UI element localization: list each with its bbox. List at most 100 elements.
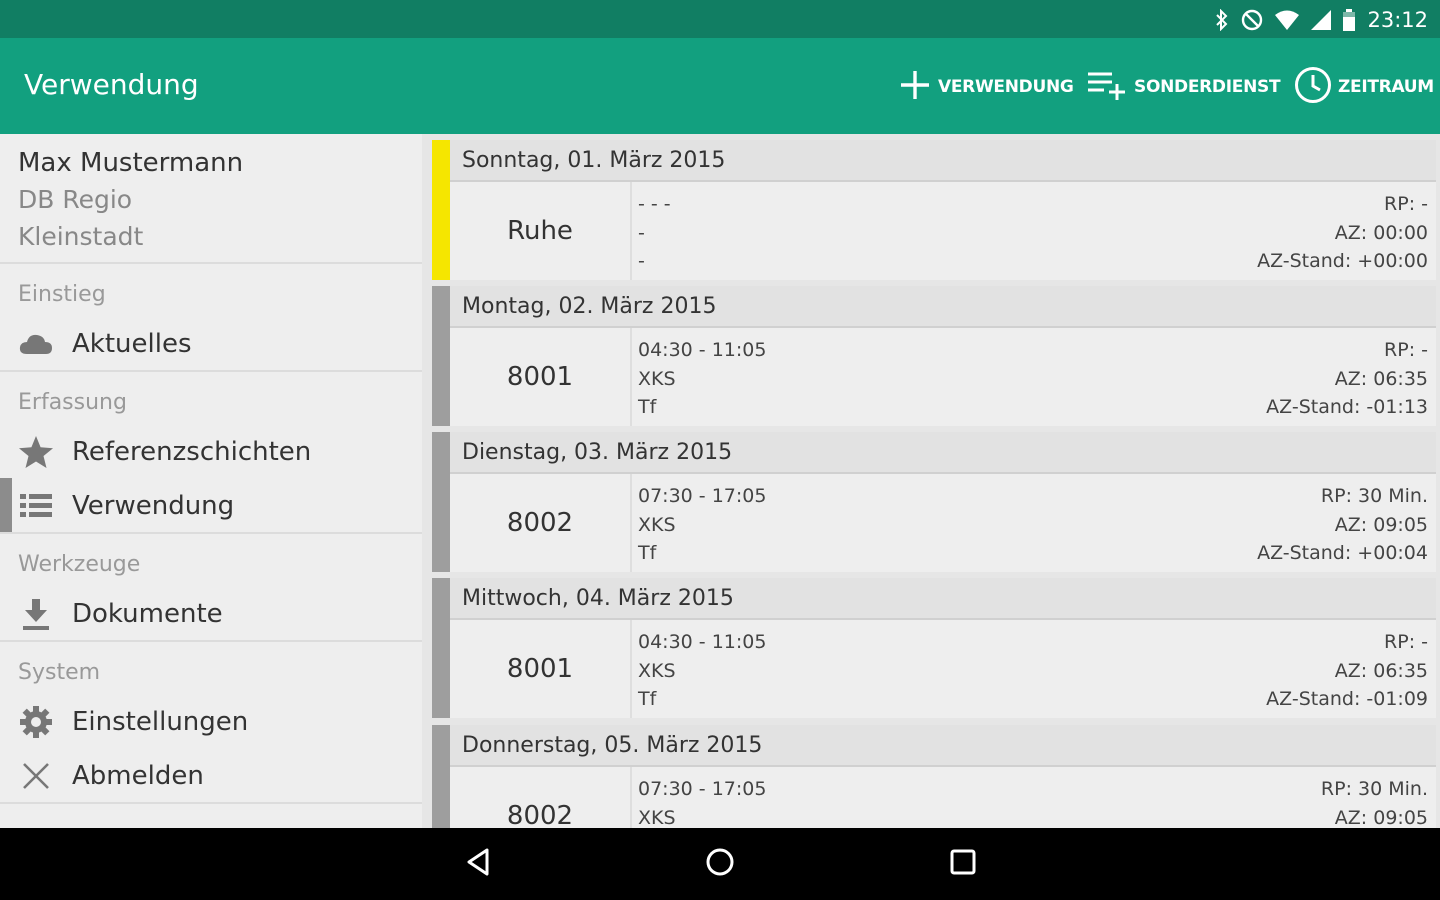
day-date: Montag, 02. März 2015: [450, 286, 1436, 328]
drawer-item-verwendung[interactable]: Verwendung: [0, 478, 422, 534]
duty-list: Sonntag, 01. März 2015 Ruhe - - - - - RP…: [432, 140, 1436, 828]
clock-time: 23:12: [1367, 8, 1428, 32]
day-status-stripe: [432, 140, 450, 280]
drawer-item-dokumente[interactable]: Dokumente: [0, 588, 422, 640]
day-body: 8001 04:30 - 11:05 XKS Tf RP: - AZ: 06:3…: [450, 620, 1436, 718]
duty-location: -: [638, 221, 645, 244]
duty-info: - - - - -: [638, 190, 671, 276]
working-time-balance: AZ-Stand: -01:13: [1266, 396, 1428, 418]
drawer-item-label: Referenzschichten: [72, 437, 312, 467]
drawer-item-abmelden[interactable]: Abmelden: [0, 750, 422, 802]
day-date: Mittwoch, 04. März 2015: [450, 578, 1436, 620]
status-bar: 23:12: [0, 0, 1440, 38]
day-body: 8002 07:30 - 17:05 XKS Tf RP: 30 Min. AZ…: [450, 474, 1436, 572]
day-date: Dienstag, 03. März 2015: [450, 432, 1436, 474]
toolbar-title: Verwendung: [24, 68, 199, 101]
user-profile: Max Mustermann DB Regio Kleinstadt: [0, 134, 422, 264]
playlist-add-icon: [1086, 68, 1128, 107]
drawer-item-label: Dokumente: [72, 599, 223, 629]
drawer-divider: [0, 640, 422, 642]
drawer-item-label: Einstellungen: [72, 707, 249, 737]
day-body: Ruhe - - - - - RP: - AZ: 00:00 AZ-Stand:…: [450, 182, 1436, 280]
day-body: 8001 04:30 - 11:05 XKS Tf RP: - AZ: 06:3…: [450, 328, 1436, 426]
duty-stats: RP: - AZ: 06:35 AZ-Stand: -01:13: [1266, 336, 1428, 422]
zeitraum-button[interactable]: ZEITRAUM: [1294, 66, 1434, 106]
duty-location: XKS: [638, 659, 676, 682]
user-location: Kleinstadt: [18, 222, 144, 251]
plus-icon: [898, 68, 932, 107]
duty-info: 07:30 - 17:05 XKS Tf: [638, 482, 766, 568]
duty-info: 04:30 - 11:05 XKS Tf: [638, 336, 766, 422]
working-time-balance: AZ-Stand: +00:04: [1257, 542, 1428, 564]
working-time: AZ: 00:00: [1334, 221, 1428, 244]
add-verwendung-button[interactable]: VERWENDUNG: [898, 68, 1074, 106]
user-name: Max Mustermann: [18, 148, 244, 178]
section-title-werkzeuge: Werkzeuge: [18, 552, 141, 577]
working-time: AZ: 09:05: [1334, 513, 1428, 536]
duty-stats: RP: - AZ: 06:35 AZ-Stand: -01:09: [1266, 628, 1428, 714]
do-not-disturb-icon: [1241, 9, 1263, 31]
day-card[interactable]: Sonntag, 01. März 2015 Ruhe - - - - - RP…: [432, 140, 1436, 280]
home-button[interactable]: [700, 844, 740, 884]
day-status-stripe: [432, 578, 450, 718]
duty-stats: RP: - AZ: 00:00 AZ-Stand: +00:00: [1257, 190, 1428, 276]
drawer-divider: [0, 532, 422, 534]
cloud-icon: [18, 326, 54, 362]
day-status-stripe: [432, 286, 450, 426]
recents-button[interactable]: [943, 844, 983, 884]
day-date: Donnerstag, 05. März 2015: [450, 725, 1436, 767]
user-organization: DB Regio: [18, 185, 133, 214]
day-card[interactable]: Dienstag, 03. März 2015 8002 07:30 - 17:…: [432, 432, 1436, 572]
rest-period: RP: -: [1384, 631, 1428, 653]
duty-time: 07:30 - 17:05: [638, 778, 767, 800]
duty-time: - - -: [638, 193, 671, 215]
day-card[interactable]: Mittwoch, 04. März 2015 8001 04:30 - 11:…: [432, 578, 1436, 718]
drawer-item-aktuelles[interactable]: Aktuelles: [0, 318, 422, 370]
rest-period: RP: -: [1384, 193, 1428, 215]
duty-role: -: [638, 250, 645, 272]
wifi-icon: [1275, 10, 1300, 30]
section-title-einstieg: Einstieg: [18, 282, 106, 307]
back-button[interactable]: [458, 844, 498, 884]
drawer-divider: [0, 370, 422, 372]
close-icon: [18, 758, 54, 794]
app-toolbar: Verwendung VERWENDUNG SONDERDIENST ZEITR…: [0, 38, 1440, 134]
duty-code: Ruhe: [450, 182, 632, 280]
recents-icon: [949, 848, 977, 881]
system-navigation-bar: [0, 828, 1440, 900]
section-title-system: System: [18, 660, 101, 685]
home-icon: [705, 847, 735, 882]
drawer-item-einstellungen[interactable]: Einstellungen: [0, 696, 422, 748]
drawer-divider: [0, 802, 422, 804]
add-sonderdienst-button[interactable]: SONDERDIENST: [1086, 68, 1281, 107]
day-card[interactable]: Donnerstag, 05. März 2015 8002 07:30 - 1…: [432, 725, 1436, 828]
star-icon: [18, 434, 54, 470]
back-icon: [465, 847, 491, 882]
duty-stats: RP: 30 Min. AZ: 09:05: [1321, 775, 1428, 828]
duty-location: XKS: [638, 806, 676, 829]
day-body: 8002 07:30 - 17:05 XKS RP: 30 Min. AZ: 0…: [450, 767, 1436, 828]
working-time: AZ: 06:35: [1334, 367, 1428, 390]
day-status-stripe: [432, 432, 450, 572]
working-time-balance: AZ-Stand: +00:00: [1257, 250, 1428, 272]
drawer-item-label: Aktuelles: [72, 329, 192, 359]
rest-period: RP: -: [1384, 339, 1428, 361]
day-card[interactable]: Montag, 02. März 2015 8001 04:30 - 11:05…: [432, 286, 1436, 426]
duty-location: XKS: [638, 513, 676, 536]
rest-period: RP: 30 Min.: [1320, 778, 1428, 800]
rest-period: RP: 30 Min.: [1320, 485, 1428, 507]
duty-code: 8001: [450, 328, 632, 426]
drawer-item-referenzschichten[interactable]: Referenzschichten: [0, 426, 422, 478]
duty-code: 8002: [450, 767, 632, 828]
duty-code: 8002: [450, 474, 632, 572]
bluetooth-icon: [1215, 9, 1229, 31]
navigation-drawer: Max Mustermann DB Regio Kleinstadt Einst…: [0, 134, 422, 828]
duty-time: 04:30 - 11:05: [638, 631, 767, 653]
zeitraum-label: ZEITRAUM: [1338, 77, 1434, 97]
duty-role: Tf: [638, 396, 657, 418]
working-time: AZ: 06:35: [1334, 659, 1428, 682]
download-icon: [18, 596, 54, 632]
duty-time: 04:30 - 11:05: [638, 339, 767, 361]
drawer-item-label: Verwendung: [72, 491, 235, 521]
working-time-balance: AZ-Stand: -01:09: [1266, 688, 1428, 710]
